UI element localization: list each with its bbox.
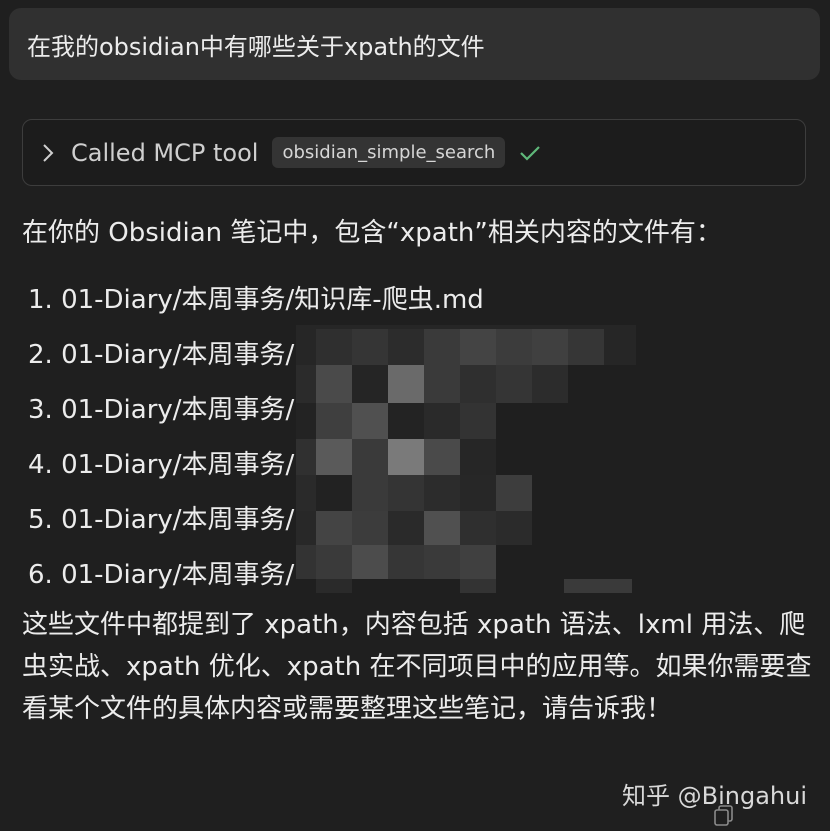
- copy-icon[interactable]: [712, 804, 736, 828]
- chat-page: 在我的obsidian中有哪些关于xpath的文件 Called MCP too…: [0, 0, 830, 831]
- pixelated-redaction: [296, 325, 636, 593]
- chevron-right-icon[interactable]: [41, 142, 55, 164]
- user-message-bubble: 在我的obsidian中有哪些关于xpath的文件: [9, 8, 820, 80]
- file-list-item: 1. 01-Diary/本周事务/知识库-爬虫.md: [28, 285, 484, 315]
- tool-call-label: Called MCP tool: [71, 138, 259, 167]
- reply-intro: 在你的 Obsidian 笔记中，包含“xpath”相关内容的文件有：: [22, 218, 722, 248]
- mcp-tool-call-card[interactable]: Called MCP tool obsidian_simple_search: [22, 119, 806, 186]
- check-icon: [520, 145, 541, 161]
- tool-name-chip: obsidian_simple_search: [272, 137, 506, 168]
- reply-summary: 这些文件中都提到了 xpath，内容包括 xpath 语法、lxml 用法、爬虫…: [22, 610, 812, 724]
- user-message-text: 在我的obsidian中有哪些关于xpath的文件: [27, 32, 485, 61]
